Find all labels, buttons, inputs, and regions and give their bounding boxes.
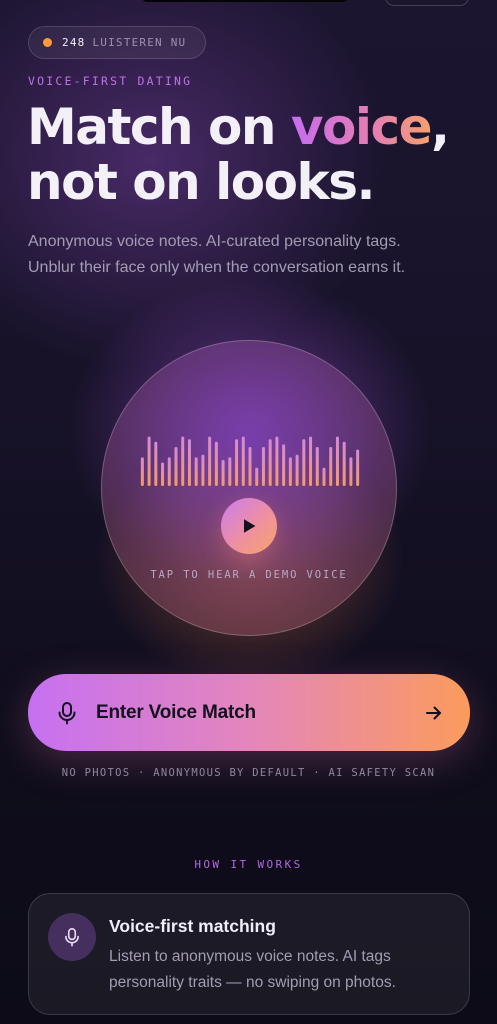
feature-icon-wrap bbox=[48, 913, 96, 961]
demo-waveform bbox=[140, 436, 360, 486]
feature-card-voice-first-matching: Voice-first matching Listen to anonymous… bbox=[28, 893, 470, 1015]
live-indicator-dot bbox=[43, 38, 52, 47]
feature-title: Voice-first matching bbox=[109, 916, 276, 936]
headline-line2: not on looks. bbox=[27, 153, 375, 211]
waveform-bar bbox=[208, 436, 212, 486]
waveform-bar bbox=[241, 436, 245, 486]
mic-icon bbox=[58, 701, 76, 724]
waveform-bar bbox=[154, 441, 158, 486]
waveform-bar bbox=[181, 436, 185, 486]
live-listeners-badge: 248 LUISTEREN NU bbox=[28, 26, 206, 59]
waveform-bar bbox=[201, 454, 205, 486]
feature-description: Listen to anonymous voice notes. AI tags… bbox=[109, 948, 396, 991]
hero-headline: Match on voice, not on looks. bbox=[27, 100, 487, 210]
waveform-bar bbox=[315, 447, 319, 486]
waveform-bar bbox=[295, 454, 299, 486]
waveform-bar bbox=[228, 457, 232, 486]
top-bar-element bbox=[140, 0, 350, 2]
waveform-bar bbox=[221, 460, 225, 486]
headline-part2: , bbox=[431, 98, 450, 156]
waveform-bar bbox=[235, 439, 239, 486]
hero-subcopy: Anonymous voice notes. AI-curated person… bbox=[28, 233, 406, 276]
waveform-bar bbox=[255, 467, 259, 486]
waveform-bar bbox=[261, 447, 265, 486]
waveform-bar bbox=[356, 449, 360, 486]
waveform-bar bbox=[329, 447, 333, 486]
waveform-bar bbox=[174, 447, 178, 486]
how-it-works-heading: HOW IT WORKS bbox=[194, 858, 303, 871]
waveform-bar bbox=[302, 439, 306, 486]
demo-caption: TAP TO HEAR A DEMO VOICE bbox=[150, 569, 348, 581]
hero-eyebrow: VOICE-FIRST DATING bbox=[28, 74, 193, 88]
waveform-bar bbox=[335, 436, 339, 486]
waveform-bar bbox=[322, 467, 326, 486]
waveform-bar bbox=[288, 457, 292, 486]
enter-voice-match-button[interactable]: Enter Voice Match bbox=[28, 674, 470, 751]
headline-accent: voice bbox=[290, 98, 433, 156]
waveform-bar bbox=[187, 439, 191, 486]
waveform-bar bbox=[214, 441, 218, 486]
arrow-right-icon bbox=[426, 706, 441, 719]
voice-demo-orb[interactable] bbox=[101, 340, 397, 636]
play-demo-button[interactable] bbox=[221, 498, 277, 554]
waveform-bar bbox=[275, 436, 279, 486]
waveform-bar bbox=[268, 439, 272, 486]
waveform-bar bbox=[248, 447, 252, 486]
waveform-bar bbox=[282, 444, 286, 486]
live-listeners-count: 248 bbox=[62, 36, 86, 49]
enter-voice-match-label: Enter Voice Match bbox=[96, 701, 256, 723]
waveform-bar bbox=[167, 457, 171, 486]
headline-part1: Match on bbox=[27, 98, 291, 156]
play-icon bbox=[244, 519, 256, 533]
waveform-bar bbox=[349, 457, 353, 486]
live-listeners-label: LUISTEREN NU bbox=[92, 36, 187, 49]
waveform-bar bbox=[140, 457, 144, 486]
mic-icon bbox=[65, 928, 79, 947]
trust-line: NO PHOTOS · ANONYMOUS BY DEFAULT · AI SA… bbox=[61, 767, 436, 779]
waveform-bar bbox=[147, 436, 151, 486]
waveform-bar bbox=[309, 436, 313, 486]
waveform-bar bbox=[161, 462, 165, 486]
waveform-bar bbox=[342, 441, 346, 486]
waveform-bar bbox=[194, 457, 198, 486]
top-bar-button[interactable] bbox=[385, 0, 469, 6]
